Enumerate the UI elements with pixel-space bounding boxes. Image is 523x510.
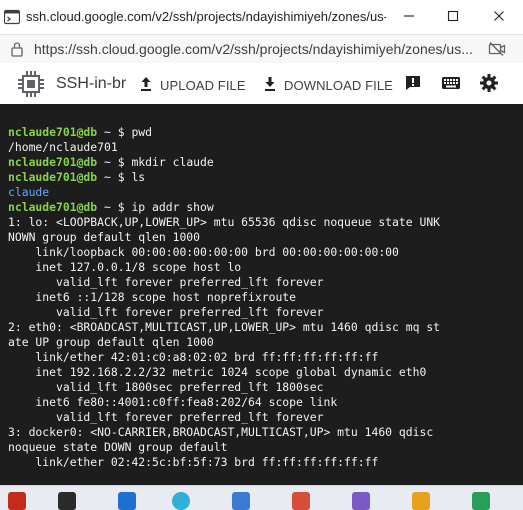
- address-bar[interactable]: https://ssh.cloud.google.com/v2/ssh/proj…: [0, 35, 523, 63]
- terminal-line: 3: docker0: <NO-CARRIER,BROADCAST,MULTIC…: [8, 425, 518, 440]
- camera-blocked-icon[interactable]: [488, 41, 506, 62]
- keyboard-icon: [441, 75, 461, 96]
- terminal-line: link/loopback 00:00:00:00:00:00 brd 00:0…: [8, 245, 518, 260]
- command-output: inet6 fe80::4001:c0ff:fea8:202/64 scope …: [8, 395, 338, 409]
- command-output: valid_lft forever preferred_lft forever: [8, 410, 324, 424]
- terminal-line: noqueue state DOWN group default: [8, 440, 518, 455]
- command-output: NOWN group default qlen 1000: [8, 230, 201, 244]
- terminal-line: nclaude701@db ~ $ ip addr show: [8, 200, 518, 215]
- lock-icon[interactable]: [10, 41, 24, 62]
- download-file-label: DOWNLOAD FILE: [284, 77, 393, 93]
- terminal-line: link/ether 02:42:5c:bf:5f:73 brd ff:ff:f…: [8, 455, 518, 470]
- command-output: inet6 ::1/128 scope host noprefixroute: [8, 290, 297, 304]
- shell-prompt: nclaude701@db: [8, 155, 98, 169]
- terminal-line: link/ether 42:01:c0:a8:02:02 brd ff:ff:f…: [8, 350, 518, 365]
- taskbar-app-icon[interactable]: [118, 492, 136, 510]
- command-output: inet 192.168.2.2/32 metric 1024 scope gl…: [8, 365, 427, 379]
- terminal-line: nclaude701@db ~ $ mkdir claude: [8, 155, 518, 170]
- terminal-line: valid_lft forever preferred_lft forever: [8, 275, 518, 290]
- taskbar-app-icon[interactable]: [8, 492, 26, 510]
- chat-icon: [404, 74, 422, 97]
- taskbar-app-icon[interactable]: [292, 492, 310, 510]
- terminal-line: valid_lft forever preferred_lft forever: [8, 305, 518, 320]
- download-file-button[interactable]: DOWNLOAD FILE: [264, 74, 393, 96]
- command-output: ate UP group default qlen 1000: [8, 335, 214, 349]
- ssh-toolbar: SSH-in-br UPLOAD FILE DOWNLOAD FILE: [0, 63, 523, 105]
- prompt-suffix: ~ $: [97, 170, 132, 184]
- terminal-line: nclaude701@db ~ $ ls: [8, 170, 518, 185]
- command-output: link/loopback 00:00:00:00:00:00 brd 00:0…: [8, 245, 399, 259]
- maximize-button[interactable]: [442, 5, 464, 27]
- terminal-line: /home/nclaude701: [8, 140, 518, 155]
- download-icon: [264, 76, 284, 95]
- chip-icon: [16, 69, 46, 104]
- window-title: ssh.cloud.google.com/v2/ssh/projects/nda…: [26, 9, 386, 24]
- terminal-line: inet 192.168.2.2/32 metric 1024 scope gl…: [8, 365, 518, 380]
- command-output: /home/nclaude701: [8, 140, 118, 154]
- command-output: link/ether 02:42:5c:bf:5f:73 brd ff:ff:f…: [8, 455, 379, 469]
- prompt-suffix: ~ $: [97, 125, 132, 139]
- shell-prompt: nclaude701@db: [8, 170, 98, 184]
- command-output: valid_lft 1800sec preferred_lft 1800sec: [8, 380, 324, 394]
- url-text[interactable]: https://ssh.cloud.google.com/v2/ssh/proj…: [34, 41, 478, 57]
- command-output: valid_lft forever preferred_lft forever: [8, 275, 324, 289]
- upload-file-button[interactable]: UPLOAD FILE: [140, 74, 246, 96]
- terminal-line: inet 127.0.0.1/8 scope host lo: [8, 260, 518, 275]
- terminal-line: inet6 ::1/128 scope host noprefixroute: [8, 290, 518, 305]
- taskbar: [0, 485, 523, 510]
- shell-prompt: nclaude701@db: [8, 125, 98, 139]
- taskbar-app-icon[interactable]: [232, 492, 250, 510]
- window-title-bar: ssh.cloud.google.com/v2/ssh/projects/nda…: [0, 0, 523, 35]
- shell-command: ip addr show: [131, 200, 214, 214]
- app-title: SSH-in-br: [56, 75, 126, 92]
- terminal-line: ate UP group default qlen 1000: [8, 335, 518, 350]
- terminal-line: 1: lo: <LOOPBACK,UP,LOWER_UP> mtu 65536 …: [8, 215, 518, 230]
- terminal-line: inet6 fe80::4001:c0ff:fea8:202/64 scope …: [8, 395, 518, 410]
- shell-command: pwd: [131, 125, 153, 139]
- keyboard-button[interactable]: [440, 74, 462, 96]
- command-output: valid_lft forever preferred_lft forever: [8, 305, 324, 319]
- settings-button[interactable]: [478, 73, 500, 98]
- shell-prompt: nclaude701@db: [8, 200, 98, 214]
- prompt-suffix: ~ $: [97, 200, 132, 214]
- terminal-icon: [3, 9, 21, 25]
- upload-icon: [140, 76, 160, 95]
- command-output: link/ether 42:01:c0:a8:02:02 brd ff:ff:f…: [8, 350, 379, 364]
- taskbar-app-icon[interactable]: [58, 492, 76, 510]
- terminal-output: nclaude701@db ~ $ pwd/home/nclaude701 ncl…: [8, 125, 518, 470]
- shell-command: ls: [131, 170, 146, 184]
- terminal-line: valid_lft 1800sec preferred_lft 1800sec: [8, 380, 518, 395]
- command-output: 2: eth0: <BROADCAST,MULTICAST,UP,LOWER_U…: [8, 320, 441, 334]
- directory-entry: claude: [8, 185, 50, 199]
- close-button[interactable]: [488, 5, 510, 27]
- command-output: 3: docker0: <NO-CARRIER,BROADCAST,MULTIC…: [8, 425, 434, 439]
- taskbar-app-icon[interactable]: [352, 492, 370, 510]
- taskbar-app-icon[interactable]: [412, 492, 430, 510]
- upload-file-label: UPLOAD FILE: [160, 77, 246, 93]
- terminal-line: valid_lft forever preferred_lft forever: [8, 410, 518, 425]
- taskbar-app-icon[interactable]: [472, 492, 490, 510]
- minimize-button[interactable]: [398, 5, 420, 27]
- prompt-suffix: ~ $: [97, 155, 132, 169]
- taskbar-app-icon[interactable]: [172, 492, 190, 510]
- terminal-line: 2: eth0: <BROADCAST,MULTICAST,UP,LOWER_U…: [8, 320, 518, 335]
- command-output: noqueue state DOWN group default: [8, 440, 228, 454]
- chat-button[interactable]: [402, 74, 424, 96]
- command-output: 1: lo: <LOOPBACK,UP,LOWER_UP> mtu 65536 …: [8, 215, 441, 229]
- terminal-line: claude: [8, 185, 518, 200]
- command-output: inet 127.0.0.1/8 scope host lo: [8, 260, 242, 274]
- gear-icon: [479, 73, 499, 98]
- terminal-line: NOWN group default qlen 1000: [8, 230, 518, 245]
- terminal[interactable]: nclaude701@db ~ $ pwd/home/nclaude701 ncl…: [0, 104, 523, 485]
- terminal-line: nclaude701@db ~ $ pwd: [8, 125, 518, 140]
- shell-command: mkdir claude: [131, 155, 214, 169]
